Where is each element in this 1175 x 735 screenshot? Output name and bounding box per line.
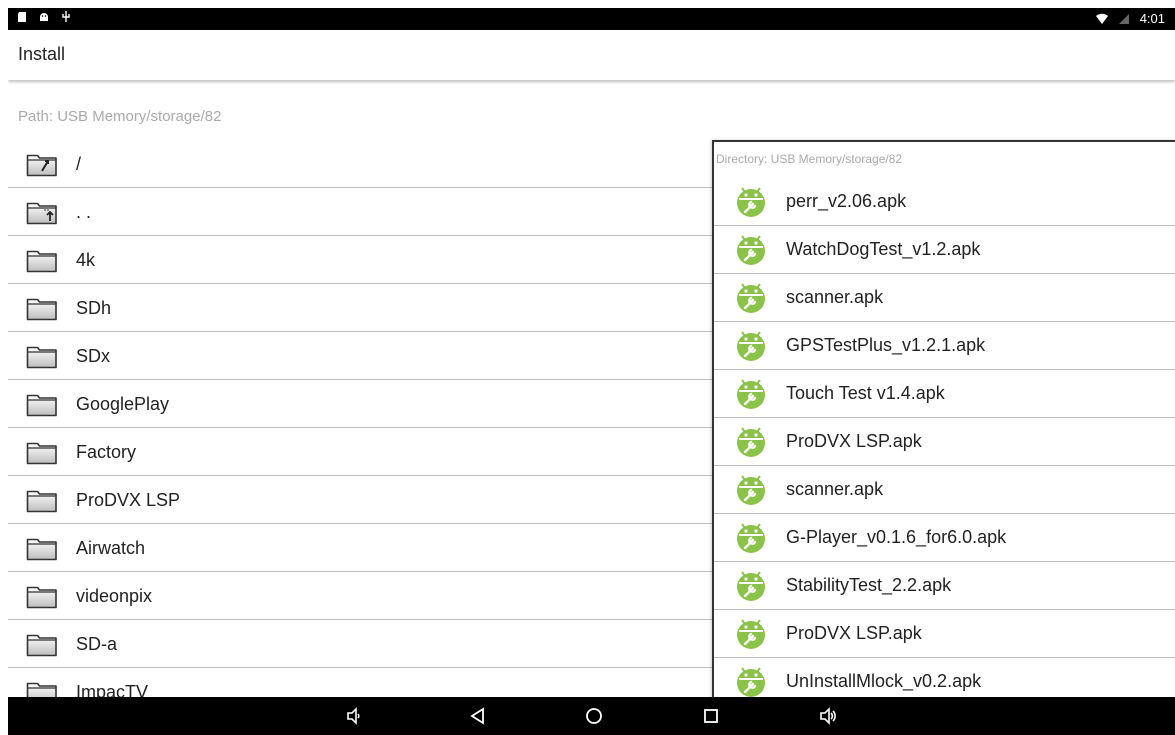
status-left-icons [16, 11, 72, 23]
apk-file-name: ProDVX LSP.apk [786, 623, 922, 643]
folder-row[interactable]: GooglePlay [8, 380, 713, 428]
volume-up-icon[interactable] [818, 706, 838, 726]
apk-file-name: UnInstallMlock_v0.2.apk [786, 671, 982, 691]
folder-icon [26, 295, 58, 321]
folder-up-icon [26, 199, 58, 225]
android-apk-icon [734, 232, 768, 266]
folder-icon [26, 631, 58, 657]
app-bar: Install [8, 30, 1175, 80]
apk-file-row[interactable]: Touch Test v1.4.apk [714, 370, 1175, 418]
folder-name: GooglePlay [76, 394, 170, 414]
folder-row[interactable]: . . [8, 188, 713, 236]
folder-name: / [76, 154, 82, 174]
wifi-icon [1095, 13, 1108, 24]
folder-root-icon [26, 151, 58, 177]
sd-card-icon [18, 12, 26, 22]
apk-file-row[interactable]: ProDVX LSP.apk [714, 610, 1175, 658]
directory-panel: Directory: USB Memory/storage/82 perr_v2… [712, 140, 1175, 700]
android-apk-icon [734, 376, 768, 410]
folder-row[interactable]: Airwatch [8, 524, 713, 572]
android-apk-icon [734, 184, 768, 218]
screen: 4:01 Install Path: USB Memory/storage/82… [8, 8, 1175, 735]
android-apk-icon [734, 616, 768, 650]
status-bar: 4:01 [8, 8, 1175, 30]
folder-list: / . . 4k SDh SDx GooglePlay Factory ProDVX LSP A… [8, 140, 713, 716]
no-signal-icon [1118, 13, 1129, 24]
apk-file-name: WatchDogTest_v1.2.apk [786, 239, 981, 259]
android-apk-icon [734, 520, 768, 554]
apk-file-name: scanner.apk [786, 479, 884, 499]
recents-icon[interactable] [701, 706, 721, 726]
path-label: Path: USB Memory/storage/82 [18, 108, 222, 125]
android-icon [40, 13, 48, 21]
apk-file-name: scanner.apk [786, 287, 884, 307]
folder-row[interactable]: SDx [8, 332, 713, 380]
android-apk-icon [734, 424, 768, 458]
apk-file-name: GPSTestPlus_v1.2.1.apk [786, 335, 986, 355]
android-apk-icon [734, 568, 768, 602]
folder-icon [26, 247, 58, 273]
status-time: 4:01 [1139, 11, 1165, 26]
folder-name: ProDVX LSP [76, 490, 181, 510]
apk-file-name: StabilityTest_2.2.apk [786, 575, 952, 595]
android-apk-icon [734, 328, 768, 362]
folder-icon [26, 343, 58, 369]
apk-file-row[interactable]: UnInstallMlock_v0.2.apk [714, 658, 1175, 700]
apk-file-name: Touch Test v1.4.apk [786, 383, 945, 403]
folder-row[interactable]: 4k [8, 236, 713, 284]
folder-row[interactable]: / [8, 140, 713, 188]
folder-name: SDx [76, 346, 111, 366]
app-title: Install [18, 44, 66, 64]
folder-row[interactable]: SD-a [8, 620, 713, 668]
folder-row[interactable]: SDh [8, 284, 713, 332]
folder-name: Factory [76, 442, 137, 462]
back-icon[interactable] [468, 706, 488, 726]
apk-file-row[interactable]: GPSTestPlus_v1.2.1.apk [714, 322, 1175, 370]
apk-file-name: perr_v2.06.apk [786, 191, 907, 211]
android-apk-icon [734, 472, 768, 506]
folder-icon [26, 439, 58, 465]
folder-row[interactable]: Factory [8, 428, 713, 476]
apk-file-row[interactable]: StabilityTest_2.2.apk [714, 562, 1175, 610]
folder-name: 4k [76, 250, 96, 270]
apk-file-row[interactable]: perr_v2.06.apk [714, 178, 1175, 226]
folder-row[interactable]: videonpix [8, 572, 713, 620]
status-right-icons: 4:01 [1095, 11, 1165, 26]
apk-file-row[interactable]: WatchDogTest_v1.2.apk [714, 226, 1175, 274]
apk-file-row[interactable]: scanner.apk [714, 274, 1175, 322]
folder-icon [26, 583, 58, 609]
folder-name: Airwatch [76, 538, 146, 558]
apk-list: perr_v2.06.apk WatchDogTest_v1.2.apkscann… [714, 178, 1175, 700]
folder-row[interactable]: ProDVX LSP [8, 476, 713, 524]
home-icon[interactable] [584, 706, 604, 726]
folder-name: . . [76, 202, 92, 222]
folder-name: videonpix [76, 586, 153, 606]
folder-icon [26, 487, 58, 513]
apk-file-name: ProDVX LSP.apk [786, 431, 922, 451]
apk-file-row[interactable]: G-Player_v0.1.6_for6.0.apk [714, 514, 1175, 562]
android-apk-icon [734, 280, 768, 314]
android-apk-icon [734, 664, 768, 698]
folder-name: SD-a [76, 634, 118, 654]
usb-icon [62, 11, 70, 22]
folder-icon [26, 535, 58, 561]
volume-down-icon[interactable] [344, 706, 364, 726]
folder-name: SDh [76, 298, 112, 318]
navigation-bar [8, 697, 1175, 735]
apk-file-row[interactable]: ProDVX LSP.apk [714, 418, 1175, 466]
apk-file-name: G-Player_v0.1.6_for6.0.apk [786, 527, 1007, 547]
directory-label: Directory: USB Memory/storage/82 [716, 152, 903, 166]
apk-file-row[interactable]: scanner.apk [714, 466, 1175, 514]
folder-icon [26, 391, 58, 417]
